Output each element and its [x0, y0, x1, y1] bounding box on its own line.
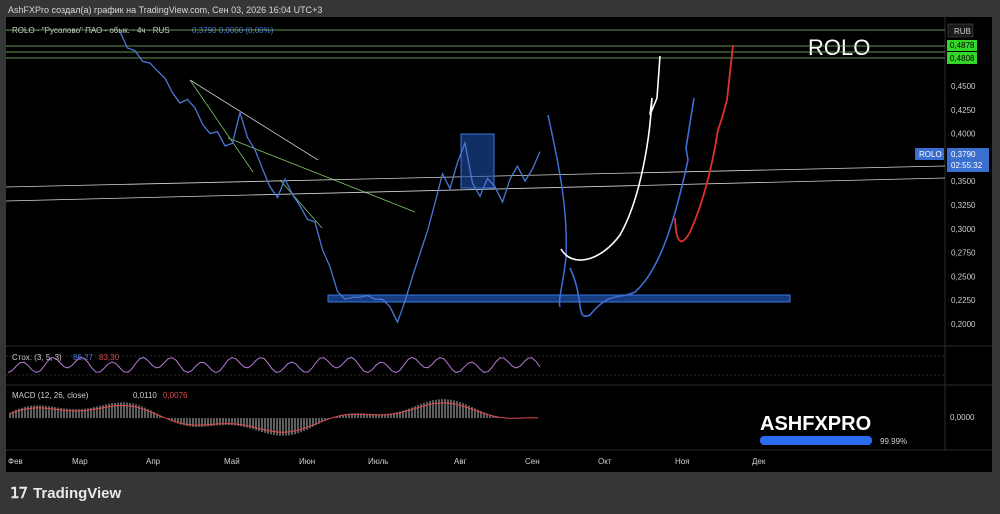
chart-background: [6, 17, 992, 472]
tradingview-logo-icon: 𝟣𝟩: [10, 485, 28, 502]
macd-label: MACD (12, 26, close): [12, 391, 89, 400]
symbol-tag: ROLO: [919, 150, 942, 159]
tradingview-brand[interactable]: 𝟣𝟩 TradingView: [10, 484, 122, 503]
level-label-2: 0,4808: [950, 54, 975, 63]
chart-canvas[interactable]: ROLO · "Русолово" ПАО - обык. · 4ч · RUS…: [0, 0, 1000, 514]
last-price-value: 0,3790: [951, 150, 976, 159]
price-tick-7: 0,2750: [951, 249, 976, 258]
price-tick-1: 0,4250: [951, 106, 976, 115]
stoch-d-value: 83,30: [99, 353, 120, 362]
currency-label: RUB: [954, 27, 971, 36]
macd-value-2: 0,0076: [163, 391, 188, 400]
progress-label: 99.99%: [880, 437, 907, 446]
time-tick-1: Мар: [72, 457, 88, 466]
bar-countdown: 02:55:32: [951, 161, 983, 170]
time-tick-9: Ноя: [675, 457, 690, 466]
time-tick-7: Сен: [525, 457, 540, 466]
stoch-label: Стох. (3, 5, 3): [12, 353, 62, 362]
price-tick-5: 0,3250: [951, 201, 976, 210]
time-tick-2: Апр: [146, 457, 161, 466]
macd-axis-zero: 0,0000: [950, 413, 975, 422]
chart-frame: AshFXPro создал(а) график на TradingView…: [0, 0, 1000, 514]
time-tick-6: Авг: [454, 457, 467, 466]
level-label-1: 0,4878: [950, 41, 975, 50]
legend-values: 0,3790 0,0000 (0,00%): [192, 26, 274, 35]
time-tick-0: Фев: [8, 457, 23, 466]
time-tick-3: Май: [224, 457, 240, 466]
legend-symbol-name: ROLO · "Русолово" ПАО - обык. · 4ч · RUS: [12, 26, 170, 35]
price-tick-10: 0,2000: [951, 320, 976, 329]
price-tick-6: 0,3000: [951, 225, 976, 234]
price-tick-8: 0,2500: [951, 272, 976, 281]
symbol-watermark: ROLO: [808, 35, 870, 60]
price-tick-2: 0,4000: [951, 130, 976, 139]
progress-fill: [760, 436, 872, 445]
time-tick-10: Дек: [752, 457, 766, 466]
price-tick-0: 0,4500: [951, 82, 976, 91]
time-tick-8: Окт: [598, 457, 612, 466]
macd-value-1: 0,0110: [133, 391, 157, 400]
tradingview-brand-text: TradingView: [33, 484, 122, 502]
ashfxpro-logo: ASHFXPRO: [760, 413, 871, 435]
time-tick-4: Июн: [299, 457, 315, 466]
time-tick-5: Июль: [368, 457, 388, 466]
price-tick-9: 0,2250: [951, 296, 976, 305]
price-tick-4: 0,3500: [951, 177, 976, 186]
